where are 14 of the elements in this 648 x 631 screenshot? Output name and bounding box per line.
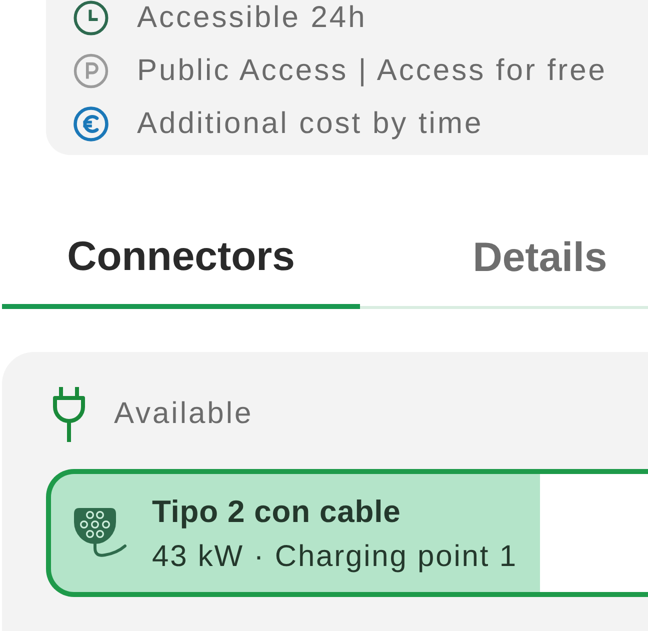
connector-subtitle: 43 kW · Charging point 1 xyxy=(152,538,518,574)
parking-icon xyxy=(73,53,109,89)
info-label: Public Access | Access for free xyxy=(137,53,607,89)
tab[interactable]: Connectors xyxy=(2,200,360,309)
availability-status: Available xyxy=(114,396,254,432)
info-label: Accessible 24h xyxy=(137,0,367,36)
info-label: Additional cost by time xyxy=(137,106,484,142)
tab[interactable]: Details xyxy=(360,201,648,309)
plug-icon xyxy=(52,386,86,442)
connector-title: Tipo 2 con cable xyxy=(152,492,402,530)
clock-icon xyxy=(73,0,109,36)
charger-plug-icon xyxy=(73,507,127,559)
euro-icon xyxy=(73,106,109,142)
connector-card[interactable]: Tipo 2 con cable 43 kW · Charging point 1 xyxy=(46,469,648,597)
